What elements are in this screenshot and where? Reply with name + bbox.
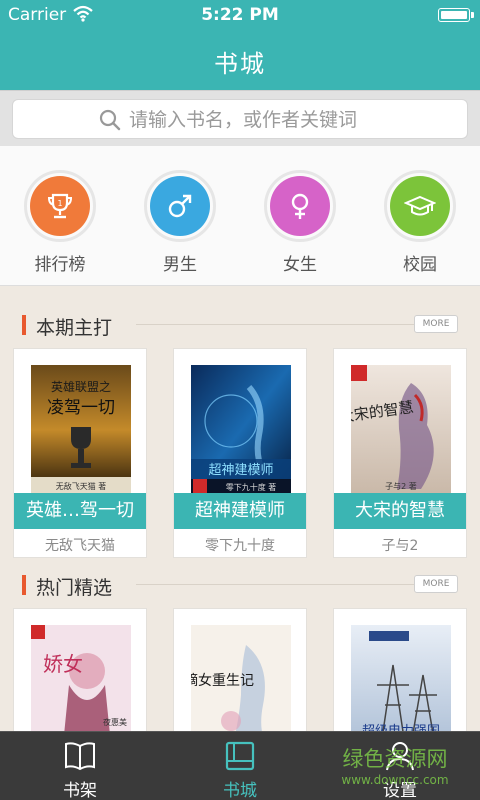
svg-text:零下九十度 著: 零下九十度 著: [226, 482, 277, 492]
category-label: 女生: [283, 255, 317, 275]
page-title: 书城: [214, 50, 266, 78]
female-icon: [291, 193, 309, 219]
book-cover: 英雄联盟之 凌驾一切 无敌飞天猫 著: [31, 365, 131, 495]
search-input[interactable]: [129, 104, 449, 136]
book-cover: 超神建模师 零下九十度 著: [191, 365, 291, 495]
section-header-popular: 热门精选 MORE: [0, 564, 480, 604]
section-accent-bar: [22, 315, 26, 335]
book-title: 超神建模师: [174, 493, 306, 529]
book-author: 子与2: [381, 538, 419, 554]
svg-text:www.downcc.com: www.downcc.com: [341, 773, 448, 787]
category-ranking[interactable]: 1 排行榜: [18, 170, 102, 275]
category-male[interactable]: 男生: [138, 170, 222, 275]
section-accent-bar: [22, 575, 26, 595]
book-card[interactable]: 超神建模师 零下九十度 著 超神建模师 零下九十度: [173, 348, 307, 558]
book-icon: [65, 742, 95, 771]
category-label: 男生: [163, 255, 197, 275]
category-campus[interactable]: 校园: [378, 170, 462, 275]
svg-text:嫡女重生记: 嫡女重生记: [191, 672, 254, 689]
category-label: 排行榜: [34, 255, 86, 275]
svg-text:1: 1: [57, 199, 62, 208]
svg-text:子与2 著: 子与2 著: [385, 481, 417, 491]
nav-bar: 书城: [0, 30, 480, 90]
status-time: 5:22 PM: [201, 5, 279, 25]
book-cover: 大宋的智慧 子与2 著: [351, 365, 451, 495]
section-divider: [136, 584, 458, 585]
svg-text:凌驾一切: 凌驾一切: [47, 398, 115, 418]
tab-label: 书架: [63, 781, 97, 800]
tab-bookstore[interactable]: 书城: [180, 732, 300, 800]
search-area: [0, 90, 480, 146]
book-author: 零下九十度: [205, 538, 275, 554]
trophy-icon: 1: [47, 193, 73, 219]
tab-label: 书城: [223, 781, 257, 800]
watermark-logo: 绿色资源网 www.downcc.com: [341, 747, 448, 787]
section-title: 热门精选: [36, 577, 113, 599]
section-divider: [136, 324, 458, 325]
svg-text:超神建模师: 超神建模师: [208, 463, 273, 478]
category-row: 1 排行榜 男生 女生 校园: [0, 146, 480, 286]
svg-text:娇女: 娇女: [43, 652, 83, 676]
book-author: 无敌飞天猫: [45, 538, 115, 554]
search-box[interactable]: [12, 99, 468, 139]
book-title: 英雄…驾一切: [14, 493, 146, 529]
tab-bookshelf[interactable]: 书架: [20, 732, 140, 800]
svg-text:绿色资源网: 绿色资源网: [343, 747, 448, 771]
graduation-cap-icon: [404, 195, 436, 216]
section-header-featured: 本期主打 MORE: [0, 304, 480, 344]
book-title: 大宋的智慧: [334, 493, 466, 529]
male-icon: [168, 194, 192, 218]
book-card[interactable]: 大宋的智慧 子与2 著 大宋的智慧 子与2: [333, 348, 467, 558]
section-title: 本期主打: [36, 317, 113, 339]
category-female[interactable]: 女生: [258, 170, 342, 275]
book-card[interactable]: 英雄联盟之 凌驾一切 无敌飞天猫 著 英雄…驾一切 无敌飞天猫: [13, 348, 147, 558]
category-label: 校园: [403, 255, 437, 275]
more-button[interactable]: MORE: [414, 575, 458, 593]
search-icon: [99, 109, 121, 131]
svg-text:无敌飞天猫 著: 无敌飞天猫 著: [56, 481, 107, 491]
more-button[interactable]: MORE: [414, 315, 458, 333]
svg-text:英雄联盟之: 英雄联盟之: [51, 379, 111, 394]
bookstore-icon: [225, 741, 255, 771]
battery-icon: [438, 8, 474, 22]
status-bar: Carrier 5:22 PM: [0, 0, 480, 30]
svg-text:夜惠美: 夜惠美: [103, 717, 127, 727]
